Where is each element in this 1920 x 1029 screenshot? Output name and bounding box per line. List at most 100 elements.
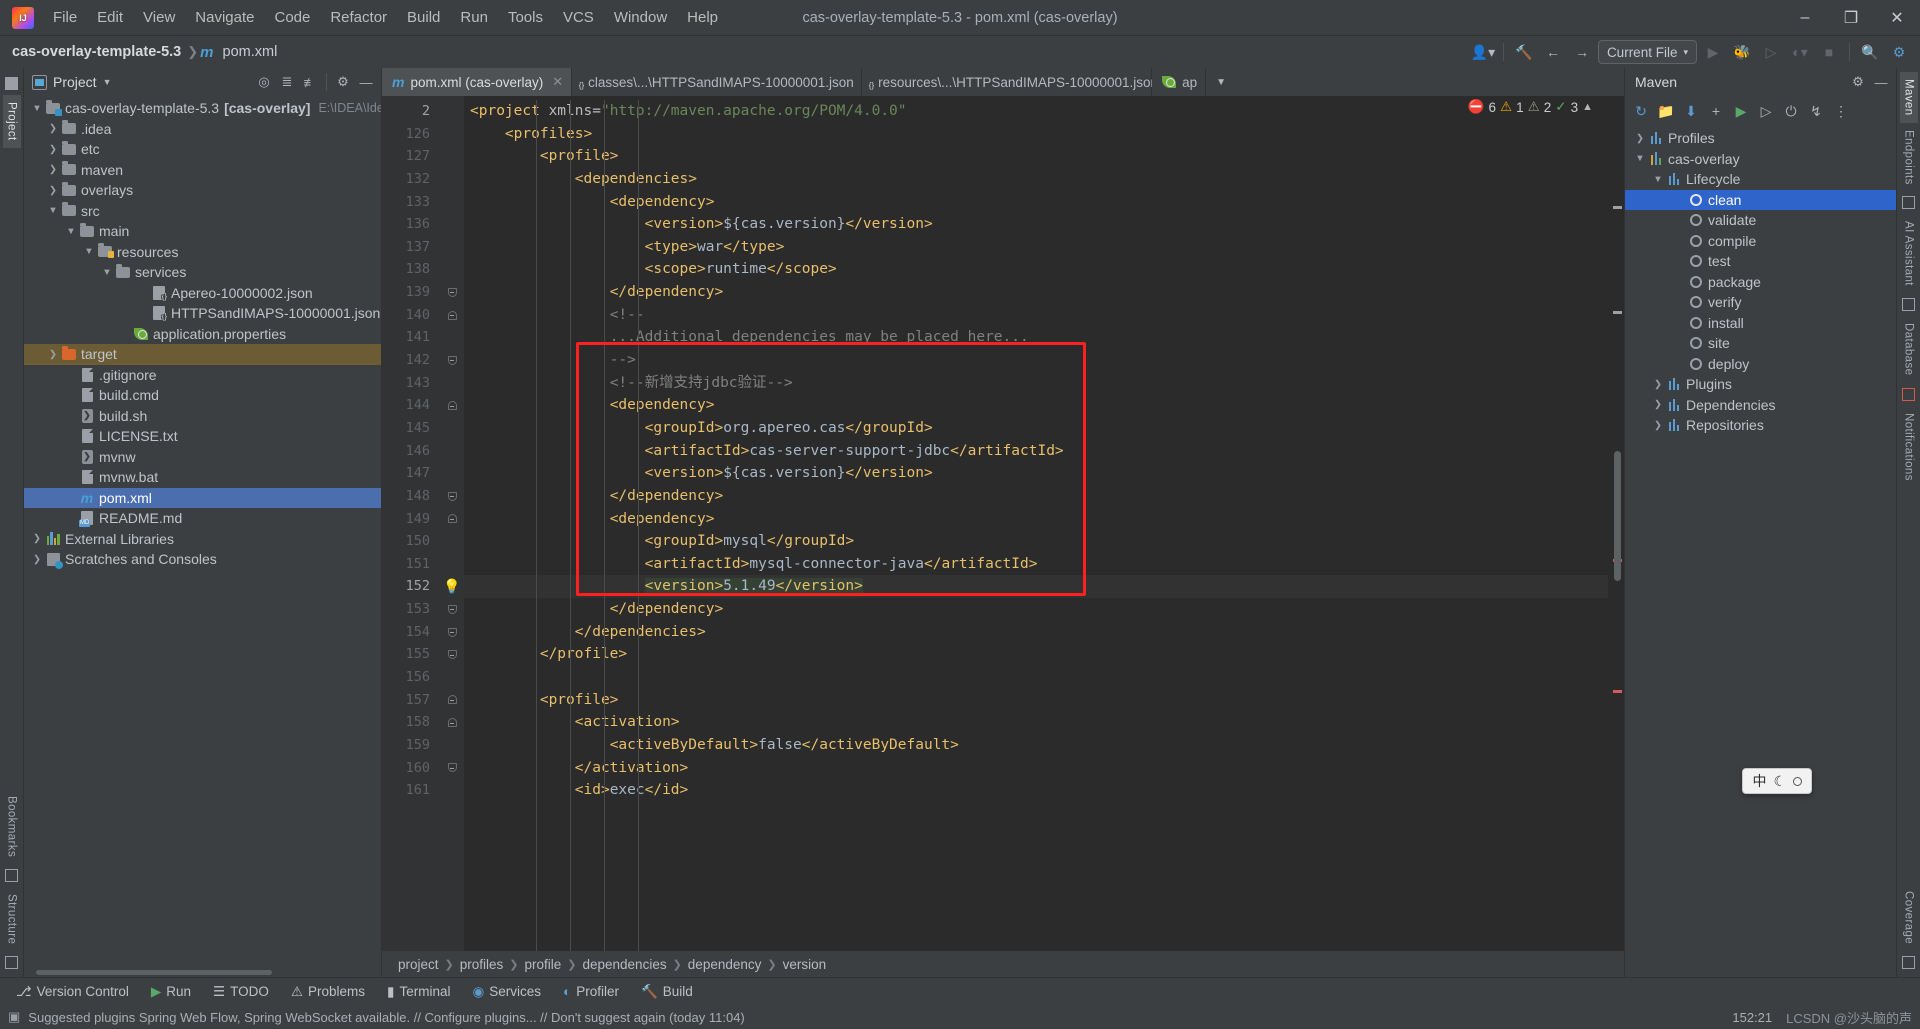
tree-node-mvnw[interactable]: ❯ mvnw [24,447,381,468]
editor-marker-bar[interactable] [1608,96,1624,951]
tree-node-maven[interactable]: ❯ maven [24,160,381,181]
chevron-right-icon[interactable]: ❯ [30,554,44,565]
menu-navigate[interactable]: Navigate [186,5,263,30]
editor-tab-pom-xml[interactable]: m pom.xml (cas-overlay) ✕ [382,68,573,96]
breadcrumb-item-dependencies[interactable]: dependencies [579,956,671,973]
code-line[interactable]: --> [464,349,1608,372]
maven-goal-package[interactable]: package [1625,272,1896,293]
code-line[interactable]: <dependency> [464,508,1608,531]
download-sources-icon[interactable]: ⬇ [1679,99,1703,123]
code-line[interactable]: <scope>runtime</scope> [464,258,1608,281]
chevron-right-icon[interactable]: ❯ [46,164,60,175]
chevron-up-icon[interactable]: ▲ [1582,101,1593,113]
run-icon[interactable]: ▶ [1729,99,1753,123]
breadcrumb-item-profile[interactable]: profile [521,956,566,973]
moon-icon[interactable]: ☾ [1773,773,1786,790]
chevron-right-icon[interactable]: ❯ [46,349,60,360]
minimize-button[interactable]: – [1782,0,1828,36]
editor-tab-application-properties[interactable]: ap [1152,68,1207,96]
code-line[interactable]: <!-- [464,304,1608,327]
search-everywhere-icon[interactable]: 🔍 [1857,40,1883,64]
code-folding-gutter[interactable]: 💡 [440,96,464,951]
tree-node-build-cmd[interactable]: build.cmd [24,385,381,406]
vertical-tab-project[interactable]: Project [2,95,21,148]
caret-position[interactable]: 152:21 [1732,1010,1772,1025]
inspection-summary-widget[interactable]: ⛔ 6 ⚠ 1 ⚠ 2 ✓ 3 ▲ [1464,98,1596,116]
tree-node-mvnw-bat[interactable]: mvnw.bat [24,467,381,488]
marker-stripe[interactable] [1613,206,1622,209]
editor-scrollbar-thumb[interactable] [1614,451,1621,581]
marker-stripe[interactable] [1613,311,1622,314]
chevron-right-icon[interactable]: ❯ [1651,399,1665,410]
breadcrumb-item-version[interactable]: version [779,956,831,973]
locate-icon[interactable]: ◎ [253,71,275,93]
tree-node-scratches[interactable]: ❯ Scratches and Consoles [24,549,381,570]
menu-code[interactable]: Code [265,5,319,30]
debug-icon[interactable]: 🐝 [1729,40,1755,64]
maven-goal-compile[interactable]: compile [1625,231,1896,252]
code-line[interactable]: <groupId>mysql</groupId> [464,530,1608,553]
fold-marker-end[interactable] [440,757,464,780]
status-message[interactable]: Suggested plugins Spring Web Flow, Sprin… [28,1010,744,1025]
code-line[interactable]: <activeByDefault>false</activeByDefault> [464,734,1608,757]
tree-node-readme[interactable]: README.md [24,508,381,529]
tool-button-problems[interactable]: ⚠ Problems [281,981,375,1003]
code-line[interactable]: ...Additional dependencies may be placed… [464,326,1608,349]
notifications-icon[interactable] [1902,387,1915,401]
menu-help[interactable]: Help [678,5,727,30]
tree-node-services[interactable]: ▼ services [24,262,381,283]
project-tree[interactable]: ▼ cas-overlay-template-5.3 [cas-overlay]… [24,96,381,968]
chevron-down-icon[interactable]: ▼ [46,205,60,216]
settings-icon[interactable]: ⚙ [332,71,354,93]
code-line[interactable]: </dependency> [464,598,1608,621]
menu-view[interactable]: View [134,5,184,30]
code-text-area[interactable]: <project xmlns="http://maven.apache.org/… [464,96,1608,951]
menu-bar[interactable]: File Edit View Navigate Code Refactor Bu… [44,5,727,30]
refresh-icon[interactable]: ↻ [1629,99,1653,123]
chevron-down-icon[interactable]: ▼ [64,226,78,237]
chevron-right-icon[interactable]: ❯ [30,533,44,544]
circle-icon[interactable] [1793,776,1802,786]
vertical-tab-coverage[interactable]: Coverage [1900,884,1918,951]
skip-tests-icon[interactable]: ↯ [1804,99,1828,123]
back-arrow-icon[interactable]: ← [1540,40,1566,64]
chevron-down-icon[interactable]: ▼ [1216,77,1226,88]
account-icon[interactable]: 👤▾ [1470,40,1496,64]
tool-button-version-control[interactable]: ⎇ Version Control [6,981,139,1003]
chevron-down-icon[interactable]: ▼ [30,103,44,114]
code-line[interactable]: <groupId>org.apereo.cas</groupId> [464,417,1608,440]
tree-node-gitignore[interactable]: .gitignore [24,365,381,386]
settings-icon[interactable]: ⚙ [1847,71,1869,93]
code-line[interactable]: <!--新增支持jdbc验证--> [464,372,1608,395]
vertical-tab-structure[interactable]: Structure [3,887,21,951]
chevron-right-icon[interactable]: ❯ [46,123,60,134]
tool-button-todo[interactable]: ☰ TODO [203,981,279,1003]
vertical-tab-maven[interactable]: Maven [1899,72,1918,123]
tree-node-overlays[interactable]: ❯ overlays [24,180,381,201]
menu-file[interactable]: File [44,5,86,30]
tree-node-application-properties[interactable]: application.properties [24,324,381,345]
vertical-tab-bookmarks[interactable]: Bookmarks [3,789,21,864]
code-line[interactable]: <activation> [464,711,1608,734]
run-coverage-icon[interactable]: ▷ [1758,40,1784,64]
add-maven-project-icon[interactable]: 📁 [1654,99,1678,123]
code-line[interactable]: <artifactId>cas-server-support-jdbc</art… [464,440,1608,463]
code-line[interactable]: </dependency> [464,281,1608,304]
vertical-tab-database[interactable]: Database [1900,316,1918,382]
code-line-current[interactable]: <version>5.1.49</version> [464,575,1608,599]
menu-refactor[interactable]: Refactor [321,5,396,30]
chevron-right-icon[interactable]: ❯ [46,185,60,196]
editor-tab-classes-json[interactable]: classes\...\HTTPSandIMAPS-10000001.json … [572,68,874,96]
fold-marker-start[interactable] [440,711,464,734]
fold-marker-start[interactable] [440,508,464,531]
ai-assistant-icon[interactable] [1902,196,1915,210]
fold-marker-end[interactable] [440,349,464,372]
maven-goal-site[interactable]: site [1625,333,1896,354]
tree-node-etc[interactable]: ❯ etc [24,139,381,160]
more-icon[interactable]: ⋮ [1829,99,1853,123]
maven-goal-verify[interactable]: verify [1625,292,1896,313]
breadcrumb-item-dependency[interactable]: dependency [684,956,766,973]
ime-indicator-popup[interactable]: 中 ☾ [1742,768,1812,794]
maven-goal-validate[interactable]: validate [1625,210,1896,231]
chevron-down-icon[interactable]: ▼ [100,267,114,278]
